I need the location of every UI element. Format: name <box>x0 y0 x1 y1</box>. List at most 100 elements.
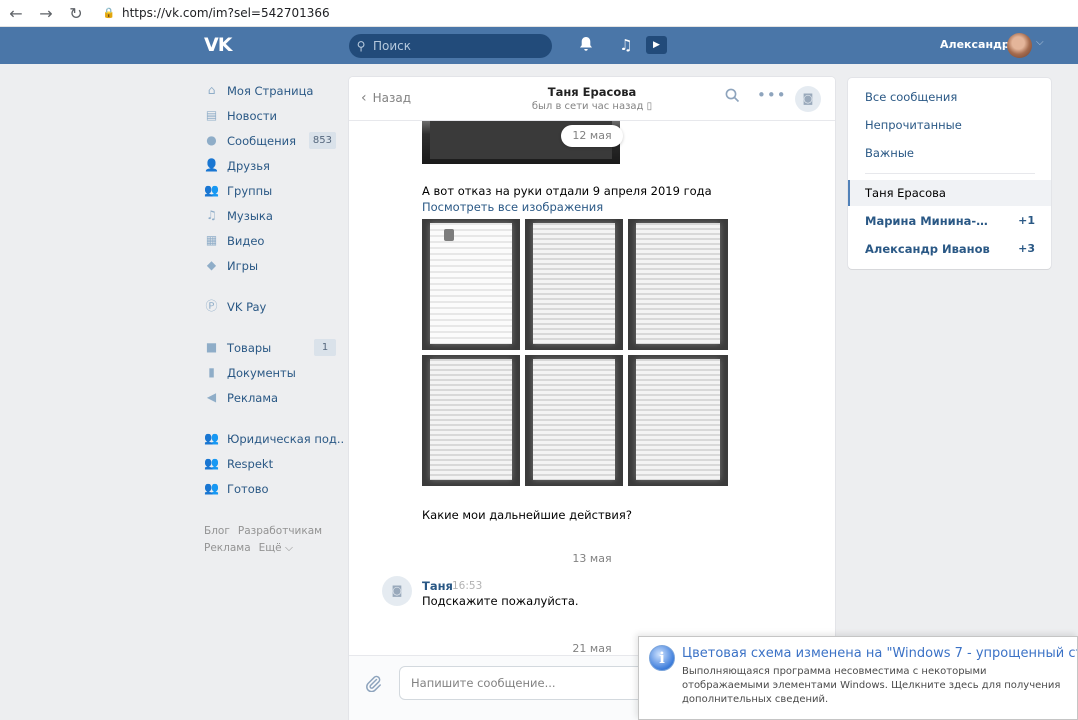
sidebar-item-market[interactable]: ■ Товары 1 <box>200 335 340 360</box>
groups-icon: 👥 <box>204 183 219 197</box>
filter-unread[interactable]: Непрочитанные <box>865 118 962 132</box>
filter-important[interactable]: Важные <box>865 146 914 160</box>
group-icon: 👥 <box>204 456 219 470</box>
sidebar-item-label: Юридическая под.. <box>226 431 345 446</box>
user-name[interactable]: Александр <box>940 38 1010 51</box>
sidebar-item-label: Реклама <box>227 390 279 405</box>
sidebar-item-label: Моя Страница <box>227 83 314 98</box>
vkpay-icon: Ⓟ <box>205 299 218 313</box>
gallery-image[interactable] <box>525 219 623 350</box>
music-icon[interactable]: ♫ <box>617 36 635 54</box>
gallery-image[interactable] <box>628 355 728 486</box>
sidebar-item-documents[interactable]: ▮ Документы <box>200 360 340 385</box>
conversation-name: Марина Минина-Жуко... <box>865 214 1000 228</box>
music-icon: ♫ <box>206 208 217 222</box>
messages-count-badge: 853 <box>308 132 336 149</box>
address-bar[interactable]: https://vk.com/im?sel=542701366 <box>122 6 330 20</box>
home-icon: ⌂ <box>207 83 216 97</box>
divider <box>865 173 1035 174</box>
filter-all-messages[interactable]: Все сообщения <box>865 90 957 104</box>
document-photo <box>636 223 720 344</box>
arrow-right-icon[interactable]: → <box>32 0 60 27</box>
sidebar-item-label: Сообщения <box>227 133 297 148</box>
sidebar-item-vkpay[interactable]: Ⓟ VK Pay <box>200 294 340 319</box>
gallery-image[interactable] <box>628 219 728 350</box>
left-sidebar: ⌂ Моя Страница ▤ Новости ● Сообщения 853… <box>200 78 344 557</box>
avatar[interactable] <box>1007 33 1032 58</box>
search-input[interactable]: ⚲ Поиск <box>349 34 552 58</box>
bell-icon[interactable] <box>578 36 594 56</box>
paperclip-icon[interactable] <box>365 674 381 697</box>
sidebar-item-label: Документы <box>227 365 296 380</box>
sidebar-item-groups[interactable]: 👥 Группы <box>200 178 340 203</box>
sidebar-item-label: Respekt <box>227 456 274 471</box>
sidebar-item-group-legal[interactable]: 👥 Юридическая под.. <box>200 426 344 451</box>
sidebar-item-messages[interactable]: ● Сообщения 853 <box>200 128 340 153</box>
sidebar-item-video[interactable]: ▦ Видео <box>200 228 340 253</box>
unread-count: +3 <box>1018 242 1035 255</box>
windows-notification[interactable]: i Цветовая схема изменена на "Windows 7 … <box>638 636 1078 720</box>
document-photo <box>533 223 615 344</box>
sidebar-item-my-page[interactable]: ⌂ Моя Страница <box>200 78 340 103</box>
sidebar-item-label: Новости <box>227 108 277 123</box>
menu-separator <box>200 410 340 426</box>
chat-header: ‹ Назад Таня Ерасова был в сети час назад… <box>349 77 835 121</box>
arrow-left-icon[interactable]: ← <box>2 0 30 27</box>
view-all-images-link[interactable]: Посмотреть все изображения <box>422 200 603 214</box>
sidebar-item-news[interactable]: ▤ Новости <box>200 103 340 128</box>
sender-name[interactable]: Таня <box>422 579 453 593</box>
conversation-item[interactable]: Александр Иванов +3 <box>848 236 1051 262</box>
sidebar-item-label: Готово <box>227 481 269 496</box>
vk-logo[interactable]: VK <box>204 34 232 56</box>
sidebar-item-group-gotovo[interactable]: 👥 Готово <box>200 476 340 501</box>
document-photo <box>533 359 615 480</box>
message-text: Подскажите пожалуйста. <box>422 594 579 608</box>
search-icon[interactable] <box>725 88 740 107</box>
sidebar-item-label: Музыка <box>227 208 273 223</box>
gallery-image[interactable] <box>422 355 520 486</box>
message-history[interactable]: 12 мая А вот отказ на руки отдали 9 апре… <box>349 121 835 655</box>
browser-toolbar: ← → ↻ 🔒 https://vk.com/im?sel=542701366 <box>0 0 1078 27</box>
sender-avatar-camera-icon[interactable]: ◙ <box>382 576 412 606</box>
sidebar-item-label: Друзья <box>227 158 270 173</box>
gallery-image[interactable] <box>525 355 623 486</box>
reload-icon[interactable]: ↻ <box>62 0 90 27</box>
footer-link-blog[interactable]: Блог <box>204 525 230 537</box>
conversation-name: Таня Ерасова <box>865 186 946 200</box>
play-icon[interactable]: ▶ <box>646 36 667 54</box>
conversation-item[interactable]: Марина Минина-Жуко... +1 <box>848 208 1051 234</box>
more-icon[interactable]: ••• <box>757 86 787 104</box>
footer-link-developers[interactable]: Разработчикам <box>238 525 322 537</box>
gallery-image[interactable] <box>422 219 520 350</box>
message-time[interactable]: 16:53 <box>452 580 482 592</box>
info-icon: i <box>649 645 675 671</box>
sidebar-item-label: Группы <box>227 183 273 198</box>
sidebar-item-ads[interactable]: ◀ Реклама <box>200 385 340 410</box>
messages-icon: ● <box>206 133 217 147</box>
sidebar-item-music[interactable]: ♫ Музыка <box>200 203 340 228</box>
games-icon: ◆ <box>206 258 217 272</box>
document-photo <box>430 223 512 344</box>
sidebar-item-label: VK Pay <box>227 299 267 314</box>
lock-icon: 🔒 <box>102 7 116 19</box>
footer-link-more[interactable]: Ещё ⌵ <box>259 542 293 554</box>
chat-avatar-camera-icon[interactable]: ◙ <box>795 86 821 112</box>
sidebar-item-label: Игры <box>227 258 259 273</box>
sidebar-item-label: Товары <box>227 340 272 355</box>
search-placeholder: Поиск <box>373 39 412 53</box>
search-icon: ⚲ <box>356 39 366 53</box>
day-separator: 13 мая <box>572 552 612 565</box>
conversation-item[interactable]: Таня Ерасова <box>848 180 1051 206</box>
footer-link-ads[interactable]: Реклама <box>204 542 251 554</box>
document-photo <box>636 359 720 480</box>
market-count-badge: 1 <box>314 339 336 356</box>
chevron-down-icon[interactable]: ⌵ <box>1036 37 1044 48</box>
ads-icon: ◀ <box>206 390 217 404</box>
sidebar-item-label: Видео <box>227 233 265 248</box>
site-header: VK ⚲ Поиск ♫ ▶ Александр ⌵ <box>0 27 1078 64</box>
menu-separator <box>200 278 340 294</box>
sidebar-item-group-respekt[interactable]: 👥 Respekt <box>200 451 340 476</box>
video-icon: ▦ <box>205 233 218 247</box>
sidebar-item-games[interactable]: ◆ Игры <box>200 253 340 278</box>
sidebar-item-friends[interactable]: 👤 Друзья <box>200 153 340 178</box>
